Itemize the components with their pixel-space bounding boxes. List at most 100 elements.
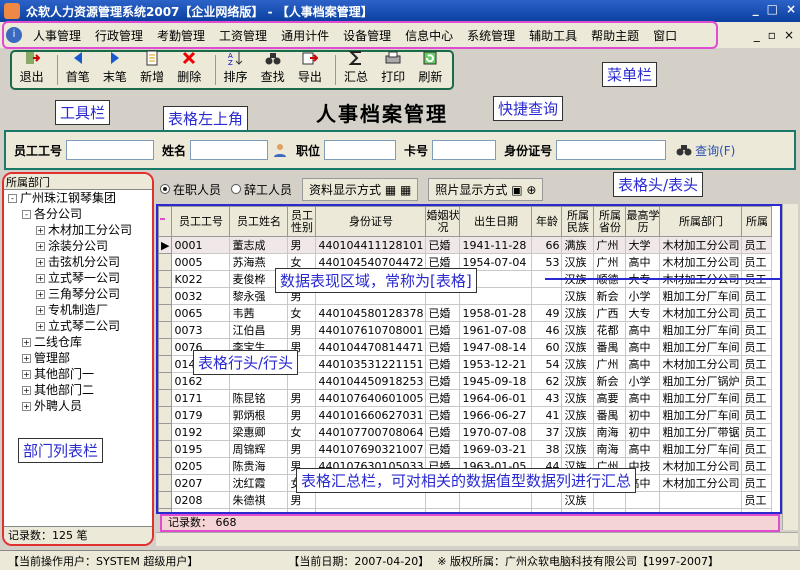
row-header[interactable] xyxy=(158,389,173,407)
table-cell[interactable]: 大专 xyxy=(625,304,661,322)
table-cell[interactable]: 男 xyxy=(287,389,317,407)
table-cell[interactable]: 0001 xyxy=(171,236,231,254)
table-cell[interactable]: 汉族 xyxy=(561,372,595,390)
table-cell[interactable]: 小学 xyxy=(625,372,661,390)
table-cell[interactable]: 男 xyxy=(287,236,317,254)
table-row[interactable]: 0171 陈昆铭男 440107640601005 已婚 1964-06-01 43 汉族高… xyxy=(158,389,773,407)
row-header[interactable] xyxy=(158,406,173,424)
table-cell[interactable]: 广州 xyxy=(593,236,627,254)
table-cell[interactable]: 54 xyxy=(531,355,563,373)
tree-node[interactable]: + 立式琴二公司 xyxy=(4,318,152,334)
query-button[interactable]: 查询(F) xyxy=(676,142,735,159)
table-cell[interactable]: 朱德祺 xyxy=(229,491,289,509)
table-cell[interactable]: 已婚 xyxy=(425,338,461,356)
table-cell[interactable]: 新会 xyxy=(593,287,627,305)
table-cell[interactable]: 1947-08-14 xyxy=(459,338,533,356)
table-cell[interactable]: 已婚 xyxy=(425,355,461,373)
table-cell[interactable]: 已婚 xyxy=(425,423,461,441)
table-cell[interactable]: 440104580128378 xyxy=(315,304,427,322)
table-cell[interactable] xyxy=(315,491,427,509)
table-cell[interactable]: 男 xyxy=(287,440,317,458)
table-cell[interactable]: 员工 xyxy=(741,423,773,441)
summary-button[interactable]: 汇总 xyxy=(340,50,371,85)
vertical-scrollbar[interactable] xyxy=(782,204,798,530)
table-cell[interactable]: 已婚 xyxy=(425,406,461,424)
row-header[interactable] xyxy=(158,440,173,458)
mdi-restore-button[interactable]: ▫ xyxy=(768,28,776,42)
table-cell[interactable]: 员工 xyxy=(741,440,773,458)
table-cell[interactable]: 南海 xyxy=(593,423,627,441)
sort-button[interactable]: A Z 排序 xyxy=(220,50,251,85)
table-cell[interactable]: 0195 xyxy=(171,440,231,458)
table-cell[interactable]: 周锦辉 xyxy=(229,440,289,458)
table-cell[interactable]: 汉族 xyxy=(561,287,595,305)
table-row[interactable]: 0208 朱德祺男 汉族 员工 xyxy=(158,491,773,509)
table-cell[interactable] xyxy=(659,491,743,509)
table-cell[interactable]: 440101660627031 xyxy=(315,406,427,424)
row-header[interactable] xyxy=(158,474,173,492)
table-cell[interactable]: 已婚 xyxy=(425,321,461,339)
table-cell[interactable]: 高要 xyxy=(593,389,627,407)
table-cell[interactable]: 1945-09-18 xyxy=(459,372,533,390)
table-cell[interactable]: 员工 xyxy=(741,338,773,356)
table-cell[interactable]: 440107640601005 xyxy=(315,389,427,407)
table-cell[interactable]: 陈昆铭 xyxy=(229,389,289,407)
person-icon[interactable] xyxy=(272,142,288,158)
tree-node[interactable]: + 涂装分公司 xyxy=(4,238,152,254)
expand-toggle-icon[interactable]: + xyxy=(22,385,31,395)
table-cell[interactable]: 1970-07-08 xyxy=(459,423,533,441)
last-button[interactable]: 末笔 xyxy=(99,50,130,85)
table-cell[interactable]: 已婚 xyxy=(425,440,461,458)
table-cell[interactable]: 49 xyxy=(531,304,563,322)
table-cell[interactable]: 粗加工分厂车间 xyxy=(659,287,743,305)
table-cell[interactable]: 53 xyxy=(531,253,563,271)
table-cell[interactable]: 高中 xyxy=(625,338,661,356)
table-cell[interactable]: 员工 xyxy=(741,321,773,339)
tree-node[interactable]: + 专机制造厂 xyxy=(4,302,152,318)
column-header[interactable]: 员工工号 xyxy=(171,206,231,237)
table-cell[interactable]: 员工 xyxy=(741,355,773,373)
table-cell[interactable] xyxy=(287,372,317,390)
table-cell[interactable]: 1964-06-01 xyxy=(459,389,533,407)
tree-node[interactable]: + 其他部门二 xyxy=(4,382,152,398)
table-cell[interactable]: 0073 xyxy=(171,321,231,339)
expand-toggle-icon[interactable]: + xyxy=(22,353,31,363)
table-cell[interactable]: 粗加工分厂车间 xyxy=(659,406,743,424)
delete-button[interactable]: 删除 xyxy=(174,50,205,85)
tree-node[interactable]: + 其他部门一 xyxy=(4,366,152,382)
expand-toggle-icon[interactable]: + xyxy=(36,289,45,299)
table-cell[interactable]: 员工 xyxy=(741,304,773,322)
tree-node[interactable]: + 管理部 xyxy=(4,350,152,366)
table-corner[interactable] xyxy=(158,206,173,237)
table-cell[interactable]: 高中 xyxy=(625,355,661,373)
table-cell[interactable]: 木材加工分公司 xyxy=(659,236,743,254)
table-cell[interactable]: 汉族 xyxy=(561,440,595,458)
name-input[interactable] xyxy=(190,140,269,160)
table-cell[interactable]: 木材加工分公司 xyxy=(659,355,743,373)
new-button[interactable]: 新增 xyxy=(137,50,168,85)
card-number-input[interactable] xyxy=(432,140,497,160)
table-cell[interactable]: 董志成 xyxy=(229,236,289,254)
table-cell[interactable]: 1966-06-27 xyxy=(459,406,533,424)
table-cell[interactable]: 南海 xyxy=(593,440,627,458)
table-cell[interactable]: 粗加工分厂锅炉 xyxy=(659,372,743,390)
table-cell[interactable]: 0032 xyxy=(171,287,231,305)
table-cell[interactable]: 番禺 xyxy=(593,338,627,356)
table-cell[interactable]: 高中 xyxy=(625,253,661,271)
table-cell[interactable]: 番禺 xyxy=(593,406,627,424)
table-cell[interactable] xyxy=(625,491,661,509)
column-header[interactable]: 员工姓名 xyxy=(229,206,289,237)
tree-node[interactable]: + 击弦机分公司 xyxy=(4,254,152,270)
table-cell[interactable]: 大学 xyxy=(625,236,661,254)
table-cell[interactable]: 女 xyxy=(287,304,317,322)
table-cell[interactable]: 广州 xyxy=(593,253,627,271)
id-card-input[interactable] xyxy=(556,140,667,160)
horizontal-scrollbar[interactable] xyxy=(156,532,798,546)
tree-node[interactable]: - 各分公司 xyxy=(4,206,152,222)
row-header[interactable] xyxy=(158,491,173,509)
table-cell[interactable]: 小学 xyxy=(625,287,661,305)
table-cell[interactable]: 男 xyxy=(287,406,317,424)
export-button[interactable]: 导出 xyxy=(294,50,325,85)
expand-toggle-icon[interactable]: + xyxy=(36,225,45,235)
table-cell[interactable]: 粗加工分厂车间 xyxy=(659,321,743,339)
